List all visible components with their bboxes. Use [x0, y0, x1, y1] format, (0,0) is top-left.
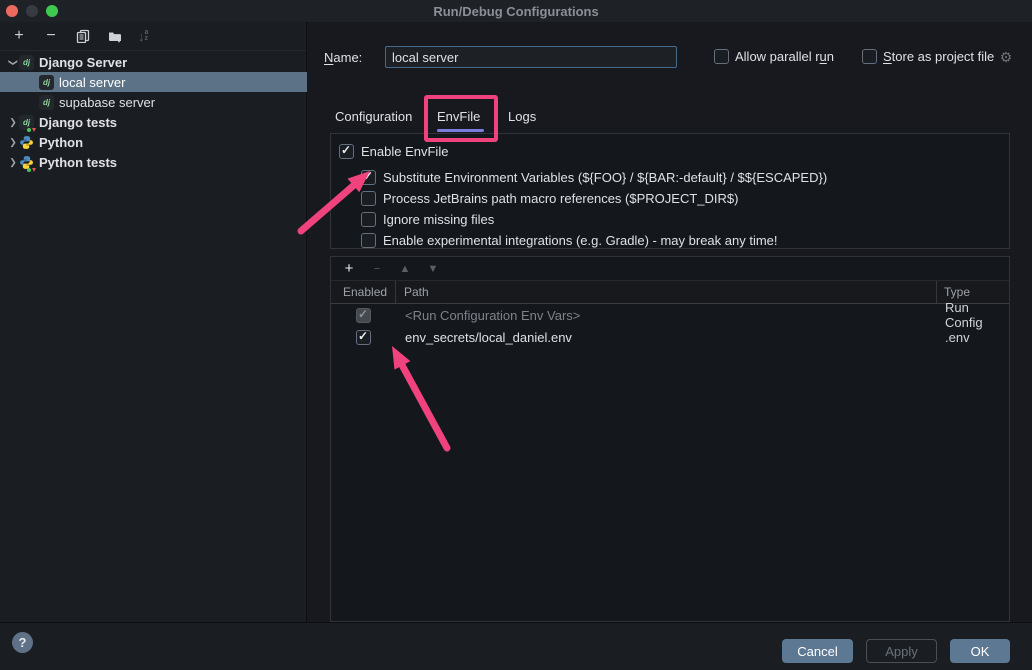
python-tests-icon	[19, 155, 34, 170]
title-bar: Run/Debug Configurations	[0, 0, 1032, 22]
configurations-tree: ❯ dj Django Server ❯ dj local server ❯ d…	[0, 52, 307, 172]
minimize-window-button	[26, 5, 38, 17]
chevron-down-icon[interactable]: ❯	[8, 56, 19, 68]
process-jetbrains-macros-checkbox[interactable]: Process JetBrains path macro references …	[361, 188, 1009, 209]
envfile-options-panel: Enable EnvFile Substitute Environment Va…	[330, 133, 1010, 249]
env-files-table: + − ▲ ▼ Enabled Path Type <Run Configura…	[330, 256, 1010, 622]
close-window-button[interactable]	[6, 5, 18, 17]
django-icon: dj	[19, 55, 34, 70]
ignore-missing-files-checkbox[interactable]: Ignore missing files	[361, 209, 1009, 230]
tree-item-python[interactable]: ❯ Python	[0, 132, 307, 152]
tab-configuration[interactable]: Configuration	[335, 109, 412, 124]
add-icon[interactable]: +	[10, 27, 28, 45]
copy-icon[interactable]	[74, 27, 92, 45]
experimental-integrations-checkbox[interactable]: Enable experimental integrations (e.g. G…	[361, 230, 1009, 251]
sort-alphabetically-icon: ↓az	[138, 29, 148, 44]
name-label: Name:	[324, 50, 362, 65]
store-as-project-file-checkbox[interactable]: Store as project file ⚙	[862, 49, 994, 64]
django-icon: dj	[39, 95, 54, 110]
tree-item-python-tests[interactable]: ❯ Python tests	[0, 152, 307, 172]
remove-env-file-icon: −	[369, 263, 385, 275]
configurations-sidebar: + − ↓az ❯ dj Django Server ❯ dj local se…	[0, 22, 307, 622]
help-button[interactable]: ?	[12, 632, 33, 653]
chevron-right-icon[interactable]: ❯	[7, 117, 19, 128]
table-toolbar: + − ▲ ▼	[331, 257, 1009, 281]
move-up-icon: ▲	[397, 263, 413, 275]
move-down-icon: ▼	[425, 263, 441, 275]
dialog-footer: ? Cancel Apply OK	[0, 622, 1032, 670]
active-tab-indicator	[437, 129, 484, 132]
tab-logs[interactable]: Logs	[508, 109, 536, 124]
remove-icon[interactable]: −	[42, 27, 60, 45]
column-type[interactable]: Type	[937, 285, 1009, 299]
ok-button[interactable]: OK	[950, 639, 1010, 663]
allow-parallel-run-checkbox[interactable]: Allow parallel run	[714, 49, 834, 64]
run-debug-configurations-dialog: Run/Debug Configurations + − ↓az ❯ dj Dj…	[0, 0, 1032, 670]
tree-item-local-server[interactable]: ❯ dj local server	[0, 72, 307, 92]
substitute-env-variables-checkbox[interactable]: Substitute Environment Variables (${FOO}…	[361, 167, 1009, 188]
tab-envfile[interactable]: EnvFile	[437, 109, 480, 124]
chevron-right-icon[interactable]: ❯	[7, 157, 19, 168]
django-tests-icon: dj	[19, 115, 34, 130]
python-icon	[19, 135, 34, 150]
apply-button: Apply	[866, 639, 937, 663]
name-input[interactable]	[385, 46, 677, 68]
configuration-editor: Name: Allow parallel run Store as projec…	[308, 22, 1032, 622]
new-folder-icon[interactable]	[106, 27, 124, 45]
cancel-button[interactable]: Cancel	[782, 639, 853, 663]
table-header: Enabled Path Type	[331, 281, 1009, 304]
table-row[interactable]: env_secrets/local_daniel.env .env	[331, 326, 1009, 348]
chevron-right-icon[interactable]: ❯	[7, 137, 19, 148]
gear-icon[interactable]: ⚙	[1000, 49, 1013, 66]
row-enabled-checkbox	[356, 308, 371, 323]
window-title: Run/Debug Configurations	[433, 4, 598, 19]
column-path[interactable]: Path	[396, 285, 936, 299]
django-icon: dj	[39, 75, 54, 90]
tree-item-django-server[interactable]: ❯ dj Django Server	[0, 52, 307, 72]
add-env-file-icon[interactable]: +	[341, 260, 357, 277]
row-enabled-checkbox[interactable]	[356, 330, 371, 345]
enable-envfile-checkbox[interactable]: Enable EnvFile	[339, 141, 1009, 162]
table-row[interactable]: <Run Configuration Env Vars> Run Config	[331, 304, 1009, 326]
sidebar-toolbar: + − ↓az	[0, 22, 306, 51]
zoom-window-button[interactable]	[46, 5, 58, 17]
tree-item-django-tests[interactable]: ❯ dj Django tests	[0, 112, 307, 132]
column-enabled[interactable]: Enabled	[331, 285, 395, 299]
tree-item-supabase-server[interactable]: ❯ dj supabase server	[0, 92, 307, 112]
